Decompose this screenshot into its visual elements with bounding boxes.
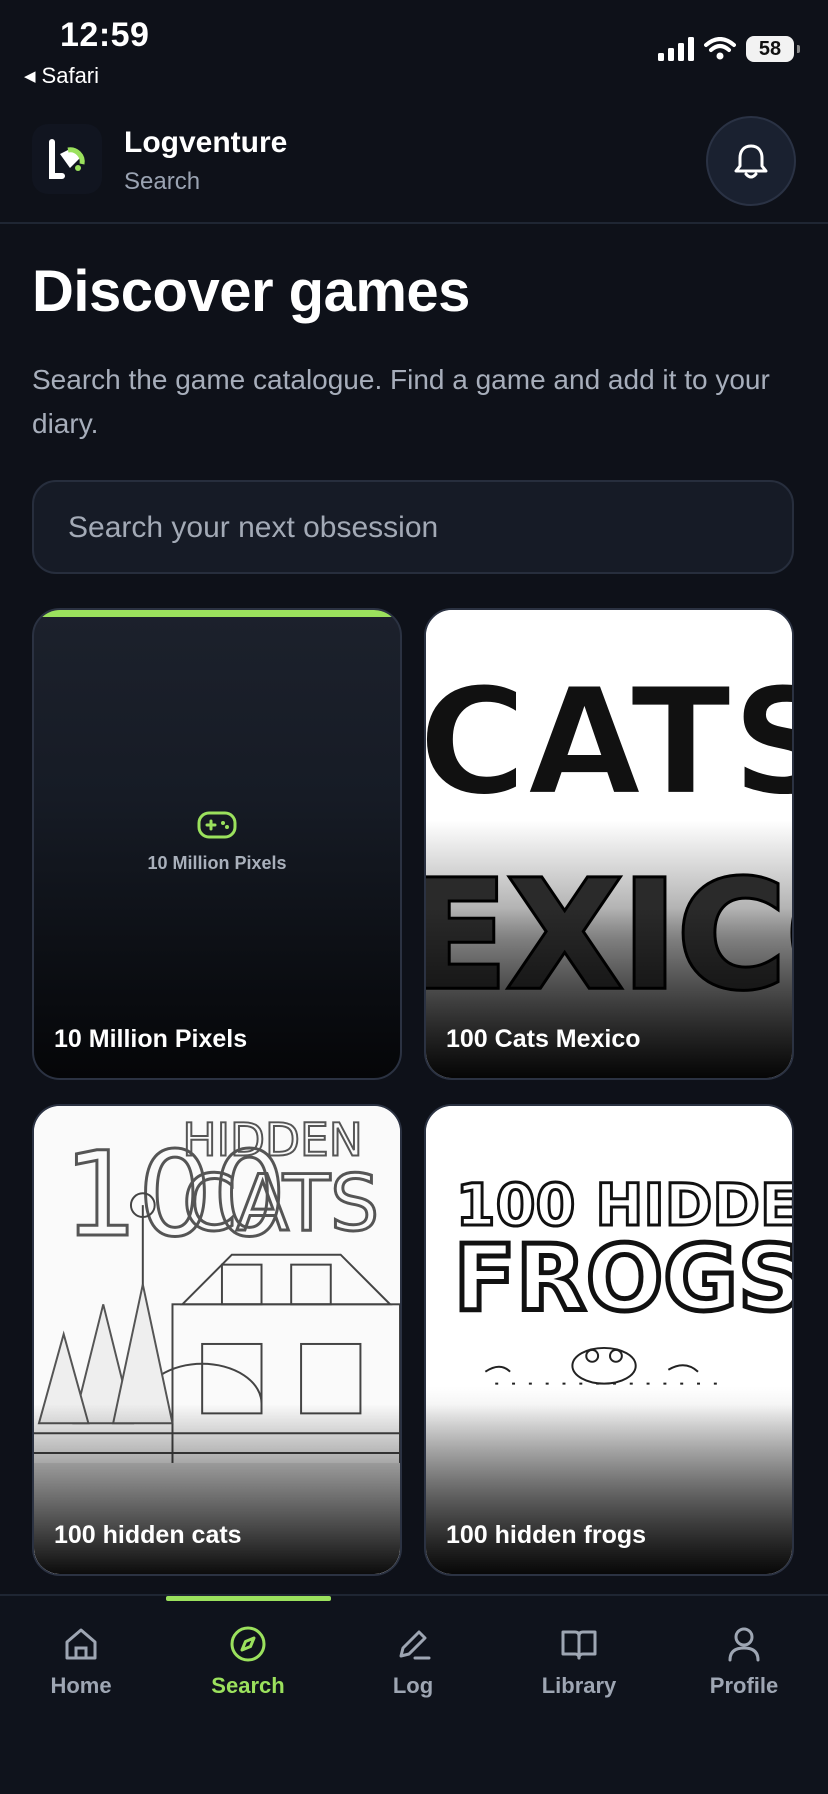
cover-text-frogs: FROGS [454, 1225, 792, 1331]
compass-icon [230, 1626, 266, 1662]
tab-library[interactable]: Library [499, 1624, 659, 1699]
cover-text-cats: CATS [426, 656, 792, 829]
notifications-button[interactable] [706, 116, 796, 206]
tab-profile-label: Profile [709, 1673, 779, 1698]
back-app-label: Safari [41, 63, 100, 88]
active-tab-indicator [166, 1596, 331, 1601]
current-section-label: Search [124, 168, 201, 195]
bell-icon [734, 144, 768, 179]
page-title: Discover games [32, 259, 470, 324]
gamepad-icon [197, 811, 237, 839]
tab-library-label: Library [541, 1673, 617, 1698]
game-title: 100 Cats Mexico [446, 1025, 641, 1053]
tab-profile[interactable]: Profile [664, 1624, 824, 1699]
system-icons: 58 [658, 35, 800, 63]
game-title: 100 hidden cats [54, 1521, 242, 1549]
user-icon [728, 1627, 760, 1662]
app-name: Logventure [124, 126, 288, 159]
game-title: 10 Million Pixels [54, 1025, 248, 1053]
logventure-logo-icon[interactable] [32, 124, 102, 194]
tab-log[interactable]: Log [333, 1624, 493, 1699]
game-card[interactable]: 100 HIDDEN FROGS 100 hidden frogs [424, 1104, 794, 1576]
status-bar: 12:59 ◀ Safari 58 [0, 0, 828, 100]
back-triangle-icon: ◀ [24, 68, 36, 85]
tab-home-label: Home [50, 1673, 112, 1698]
cover-placeholder-label: 10 Million Pixels [147, 853, 287, 873]
tab-search-label: Search [211, 1673, 285, 1698]
battery-indicator: 58 [746, 36, 800, 62]
wifi-icon [704, 37, 736, 60]
back-to-app-link[interactable]: ◀ Safari [24, 63, 99, 89]
tab-search[interactable]: Search [168, 1624, 328, 1699]
selected-indicator [34, 610, 400, 617]
search-field[interactable] [32, 480, 794, 574]
bottom-navigation: Home Search Log Library Profile [0, 1594, 828, 1794]
home-icon [65, 1628, 97, 1660]
tab-log-label: Log [392, 1673, 434, 1698]
game-card[interactable]: 10 Million Pixels 10 Million Pixels [32, 608, 402, 1080]
cover-text-cats: CATS [182, 1159, 379, 1249]
cover-placeholder: 10 Million Pixels [34, 810, 400, 874]
search-input[interactable] [66, 482, 760, 574]
pencil-icon [399, 1630, 431, 1660]
game-card[interactable]: CATS EXICO 100 Cats Mexico [424, 608, 794, 1080]
tab-home[interactable]: Home [1, 1624, 161, 1699]
clock: 12:59 [60, 16, 150, 54]
game-title: 100 hidden frogs [446, 1521, 647, 1549]
app-header: Logventure Search [0, 108, 828, 224]
game-card[interactable]: 100 HIDDEN CATS 100 hidden cats [32, 1104, 402, 1576]
page-subtitle: Search the game catalogue. Find a game a… [32, 364, 770, 439]
signal-icon [658, 37, 694, 61]
book-icon [561, 1630, 597, 1660]
